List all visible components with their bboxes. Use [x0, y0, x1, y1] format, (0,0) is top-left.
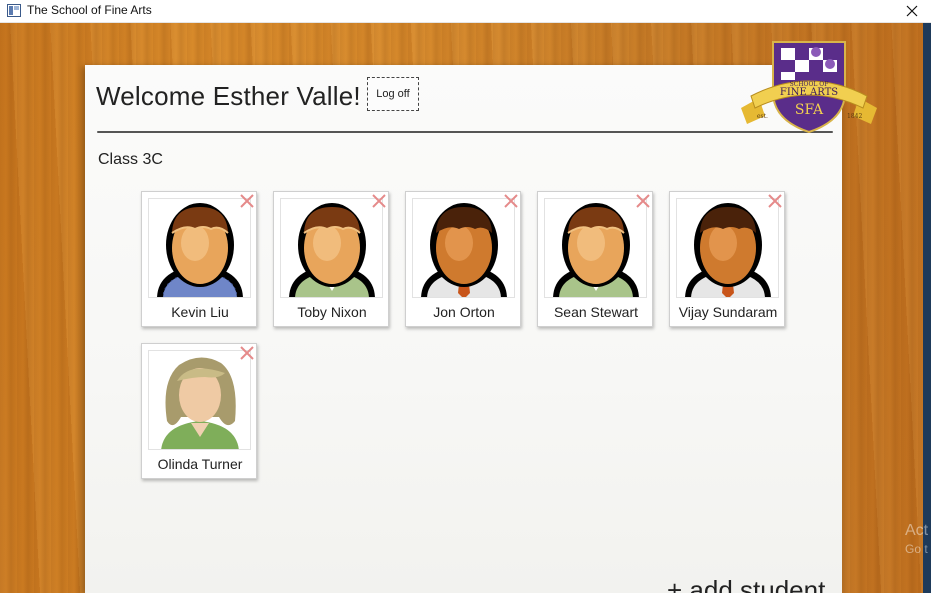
male-avatar-icon: [157, 203, 243, 297]
student-photo: [280, 198, 383, 298]
female-avatar-icon: [161, 357, 239, 449]
remove-student-icon[interactable]: [634, 192, 652, 210]
student-photo: [412, 198, 515, 298]
crest-left-tag: est.: [757, 113, 768, 120]
student-name: Sean Stewart: [553, 304, 639, 320]
student-photo: [148, 350, 251, 450]
remove-student-icon[interactable]: [238, 192, 256, 210]
window-titlebar: The School of Fine Arts: [0, 0, 931, 23]
log-off-button[interactable]: Log off: [367, 77, 419, 111]
student-card-vijay-sundaram[interactable]: Vijay Sundaram: [669, 191, 785, 327]
student-name: Kevin Liu: [171, 304, 229, 320]
student-name: Toby Nixon: [297, 304, 367, 320]
background-window-strip: [923, 23, 931, 593]
crest-initials: SFA: [795, 102, 824, 118]
welcome-heading: Welcome Esther Valle!: [96, 81, 361, 111]
remove-student-icon[interactable]: [766, 192, 784, 210]
student-card-kevin-liu[interactable]: Kevin Liu: [141, 191, 257, 327]
student-photo: [544, 198, 647, 298]
student-card-toby-nixon[interactable]: Toby Nixon: [273, 191, 389, 327]
student-name: Jon Orton: [433, 304, 495, 320]
app-icon: [7, 4, 21, 17]
student-name: Olinda Turner: [157, 456, 243, 472]
remove-student-icon[interactable]: [370, 192, 388, 210]
activation-watermark: Act Go t: [905, 522, 928, 558]
student-card-sean-stewart[interactable]: Sean Stewart: [537, 191, 653, 327]
student-card-jon-orton[interactable]: Jon Orton: [405, 191, 521, 327]
male-avatar-icon: [553, 203, 639, 297]
class-label: Class 3C: [98, 151, 163, 168]
close-icon: [906, 5, 918, 17]
student-photo: [148, 198, 251, 298]
male-avatar-icon: [289, 203, 375, 297]
crest-line2: FINE ARTS: [780, 87, 838, 98]
student-name: Vijay Sundaram: [678, 304, 778, 320]
window-close-button[interactable]: [893, 0, 931, 22]
main-paper-panel: Welcome Esther Valle! Log off Class 3C K…: [85, 65, 842, 593]
window-title: The School of Fine Arts: [27, 3, 152, 17]
male-avatar-icon: [685, 203, 771, 297]
student-card-olinda-turner[interactable]: Olinda Turner: [141, 343, 257, 479]
header-divider: [97, 131, 833, 133]
remove-student-icon[interactable]: [502, 192, 520, 210]
watermark-line2: Go t: [905, 542, 928, 556]
crest-right-tag: 1842: [847, 113, 862, 120]
student-photo: [676, 198, 779, 298]
add-student-button[interactable]: + add student: [667, 575, 825, 593]
watermark-line1: Act: [905, 522, 929, 539]
school-crest-logo: SCHOOL OF FINE ARTS SFA est. 1842: [741, 41, 877, 134]
remove-student-icon[interactable]: [238, 344, 256, 362]
male-avatar-icon: [421, 203, 507, 297]
